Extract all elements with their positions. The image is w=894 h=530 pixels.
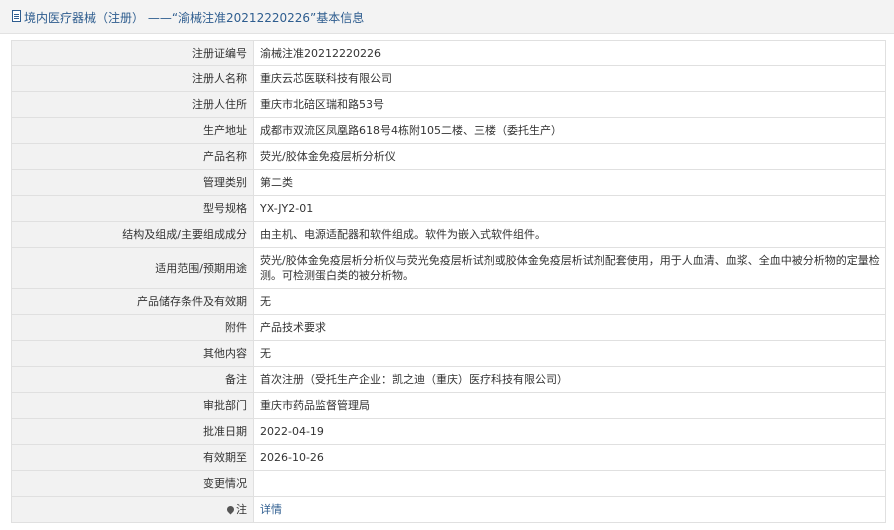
- table-row: 注册证编号 渝械注准20212220226: [11, 40, 886, 66]
- table-row: 适用范围/预期用途 荧光/胶体金免疫层析分析仪与荧光免疫层析试剂或胶体金免疫层析…: [11, 247, 886, 289]
- field-value: 无: [253, 288, 886, 315]
- table-row: 生产地址 成都市双流区凤凰路618号4栋附105二楼、三楼（委托生产）: [11, 117, 886, 144]
- table-row: 有效期至 2026-10-26: [11, 444, 886, 471]
- field-value: 由主机、电源适配器和软件组成。软件为嵌入式软件组件。: [253, 221, 886, 248]
- field-value: 荧光/胶体金免疫层析分析仪与荧光免疫层析试剂或胶体金免疫层析试剂配套使用，用于人…: [253, 247, 886, 289]
- table-row: 型号规格 YX-JY2-01: [11, 195, 886, 222]
- field-label: 注册证编号: [11, 40, 254, 66]
- field-value: [253, 470, 886, 497]
- table-row: 批准日期 2022-04-19: [11, 418, 886, 445]
- table-row: 附件 产品技术要求: [11, 314, 886, 341]
- field-label: 附件: [11, 314, 254, 341]
- table-row: 注册人住所 重庆市北碚区瑞和路53号: [11, 91, 886, 118]
- field-value: 2026-10-26: [253, 444, 886, 471]
- field-value: YX-JY2-01: [253, 195, 886, 222]
- page-header: 境内医疗器械（注册） ——“渝械注准20212220226”基本信息: [0, 0, 894, 34]
- table-row: 变更情况: [11, 470, 886, 497]
- field-label: 结构及组成/主要组成成分: [11, 221, 254, 248]
- field-label: 适用范围/预期用途: [11, 247, 254, 289]
- field-label: 批准日期: [11, 418, 254, 445]
- field-label: 生产地址: [11, 117, 254, 144]
- table-row: 注册人名称 重庆云芯医联科技有限公司: [11, 65, 886, 92]
- field-value: 产品技术要求: [253, 314, 886, 341]
- field-label: 注册人名称: [11, 65, 254, 92]
- table-row: 注 详情: [11, 496, 886, 523]
- field-label: 变更情况: [11, 470, 254, 497]
- document-icon: [12, 10, 21, 22]
- table-row: 产品名称 荧光/胶体金免疫层析分析仪: [11, 143, 886, 170]
- field-value: 第二类: [253, 169, 886, 196]
- field-label: 产品储存条件及有效期: [11, 288, 254, 315]
- field-label: 管理类别: [11, 169, 254, 196]
- field-value: 重庆市药品监督管理局: [253, 392, 886, 419]
- field-value: 荧光/胶体金免疫层析分析仪: [253, 143, 886, 170]
- table-row: 结构及组成/主要组成成分 由主机、电源适配器和软件组成。软件为嵌入式软件组件。: [11, 221, 886, 248]
- field-label: 注册人住所: [11, 91, 254, 118]
- note-label: 注: [236, 503, 247, 516]
- map-pin-icon: [225, 504, 236, 514]
- table-row: 审批部门 重庆市药品监督管理局: [11, 392, 886, 419]
- field-value: 首次注册（受托生产企业：凯之迪（重庆）医疗科技有限公司）: [253, 366, 886, 393]
- field-value: 无: [253, 340, 886, 367]
- field-label: 有效期至: [11, 444, 254, 471]
- page-title: 境内医疗器械（注册） ——“渝械注准20212220226”基本信息: [24, 11, 365, 25]
- field-value: 渝械注准20212220226: [253, 40, 886, 66]
- field-value: 成都市双流区凤凰路618号4栋附105二楼、三楼（委托生产）: [253, 117, 886, 144]
- field-value: 重庆云芯医联科技有限公司: [253, 65, 886, 92]
- field-label: 产品名称: [11, 143, 254, 170]
- detail-table: 注册证编号 渝械注准20212220226 注册人名称 重庆云芯医联科技有限公司…: [11, 40, 886, 523]
- table-row: 管理类别 第二类: [11, 169, 886, 196]
- field-value: 2022-04-19: [253, 418, 886, 445]
- table-row: 产品储存条件及有效期 无: [11, 288, 886, 315]
- note-label-cell: 注: [11, 496, 254, 523]
- field-value: 重庆市北碚区瑞和路53号: [253, 91, 886, 118]
- field-label: 型号规格: [11, 195, 254, 222]
- field-label: 审批部门: [11, 392, 254, 419]
- field-label: 其他内容: [11, 340, 254, 367]
- table-row: 备注 首次注册（受托生产企业：凯之迪（重庆）医疗科技有限公司）: [11, 366, 886, 393]
- details-link[interactable]: 详情: [260, 503, 282, 516]
- table-row: 其他内容 无: [11, 340, 886, 367]
- field-label: 备注: [11, 366, 254, 393]
- note-value-cell: 详情: [253, 496, 886, 523]
